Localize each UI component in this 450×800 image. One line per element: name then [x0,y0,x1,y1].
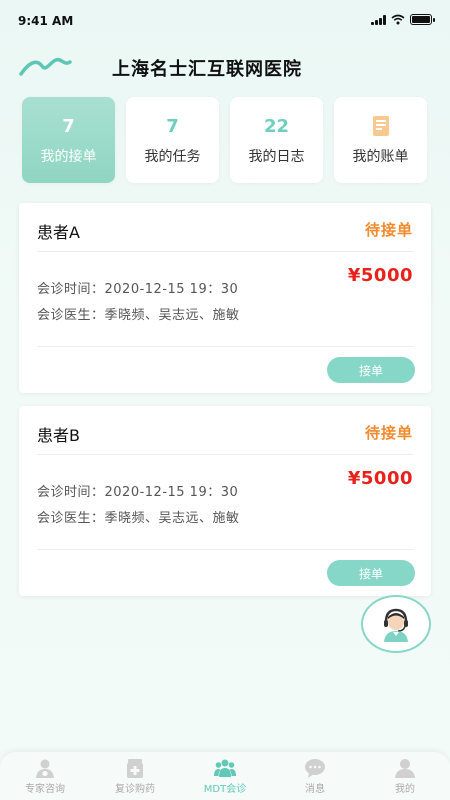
tab-count: 22 [263,116,290,137]
profile-icon [395,758,415,778]
tab-count: 7 [62,116,75,137]
patient-name: 患者B [37,426,80,445]
order-status: 待接单 [364,221,413,239]
battery-icon [410,14,435,25]
customer-service-icon [384,608,408,642]
nav-label: 消息 [305,783,325,795]
nav-item-expert-consult[interactable]: 专家咨询 [0,752,90,800]
tab-label: 我的日志 [248,149,305,165]
order-card: 患者B 待接单 ¥5000 会诊时间：2020-12-15 19：30 会诊医生… [19,406,431,596]
patient-name: 患者A [37,223,80,242]
accept-order-button[interactable]: 接单 [327,560,415,586]
wave-logo-icon [19,57,72,76]
bottom-nav: 专家咨询 复诊购药 MDT会诊 消息 我的 [0,752,450,800]
divider [37,346,413,347]
tab-label: 我的账单 [352,148,409,165]
wifi-icon [391,14,405,25]
order-status: 待接单 [364,424,413,442]
divider [37,549,413,550]
customer-service-button[interactable] [361,595,431,653]
nav-label: 专家咨询 [25,783,65,795]
tab-label: 我的接单 [40,149,97,165]
page-title: 上海名士汇互联网医院 [112,59,302,80]
tab-my-bills[interactable]: 我的账单 [334,97,427,183]
doctor-icon [36,759,54,778]
consultation-time: 会诊时间：2020-12-15 19：30 [37,485,239,500]
nav-item-revisit-medicine[interactable]: 复诊购药 [90,752,180,800]
signal-icon [371,14,386,25]
order-card: 患者A 待接单 ¥5000 会诊时间：2020-12-15 19：30 会诊医生… [19,203,431,393]
accept-order-button[interactable]: 接单 [327,357,415,383]
tab-my-logs[interactable]: 22 我的日志 [230,97,323,183]
tab-my-accepted[interactable]: 7 我的接单 [22,97,115,183]
order-tabs: 7 我的接单 7 我的任务 22 我的日志 我的账单 [22,97,428,183]
divider [37,454,413,455]
medicine-icon [127,758,143,778]
status-icons [371,14,435,25]
consultation-doctors: 会诊医生：季晓频、吴志远、施敏 [37,511,240,526]
tab-my-tasks[interactable]: 7 我的任务 [126,97,219,183]
tab-label: 我的任务 [144,149,201,165]
nav-label: 复诊购药 [115,783,155,795]
consultation-time: 会诊时间：2020-12-15 19：30 [37,282,239,297]
nav-item-mdt-consult[interactable]: MDT会诊 [180,752,270,800]
order-price: ¥5000 [347,468,413,489]
app-header: 上海名士汇互联网医院 [0,44,450,92]
status-bar: 9:41 AM [0,0,450,40]
order-price: ¥5000 [347,265,413,286]
nav-label: 我的 [395,783,415,795]
nav-label: MDT会诊 [203,783,247,795]
tab-count: 7 [166,116,179,137]
message-icon [305,758,325,778]
status-time: 9:41 AM [18,14,74,28]
nav-item-messages[interactable]: 消息 [270,752,360,800]
divider [37,251,413,252]
consultation-doctors: 会诊医生：季晓频、吴志远、施敏 [37,308,240,323]
group-icon [214,759,236,777]
nav-item-profile[interactable]: 我的 [360,752,450,800]
bill-icon [372,115,389,136]
